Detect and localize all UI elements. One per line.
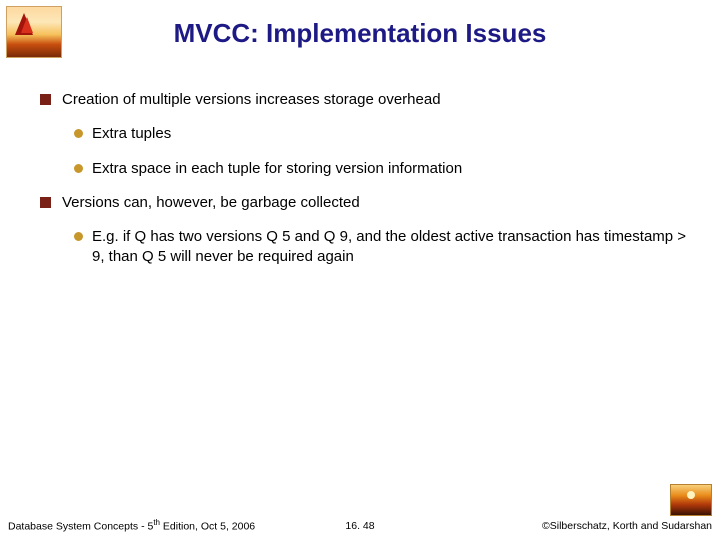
- bullet-level1: Versions can, however, be garbage collec…: [34, 193, 690, 213]
- footer-left-pre: Database System Concepts - 5: [8, 520, 153, 532]
- slide-footer: Database System Concepts - 5th Edition, …: [8, 518, 712, 533]
- bullet-level2: E.g. if Q has two versions Q 5 and Q 9, …: [34, 227, 690, 268]
- bullet-level2: Extra space in each tuple for storing ve…: [34, 159, 690, 179]
- slide-body: Creation of multiple versions increases …: [34, 90, 690, 282]
- footer-left: Database System Concepts - 5th Edition, …: [8, 518, 255, 533]
- slide-title: MVCC: Implementation Issues: [0, 18, 720, 49]
- footer-page-number: 16. 48: [345, 520, 374, 532]
- sunset-logo-icon: [670, 484, 712, 516]
- footer-copyright: ©Silberschatz, Korth and Sudarshan: [542, 520, 712, 532]
- bullet-level1: Creation of multiple versions increases …: [34, 90, 690, 110]
- footer-left-post: Edition, Oct 5, 2006: [160, 520, 255, 532]
- footer-left-sup: th: [153, 518, 160, 527]
- bullet-level2: Extra tuples: [34, 124, 690, 144]
